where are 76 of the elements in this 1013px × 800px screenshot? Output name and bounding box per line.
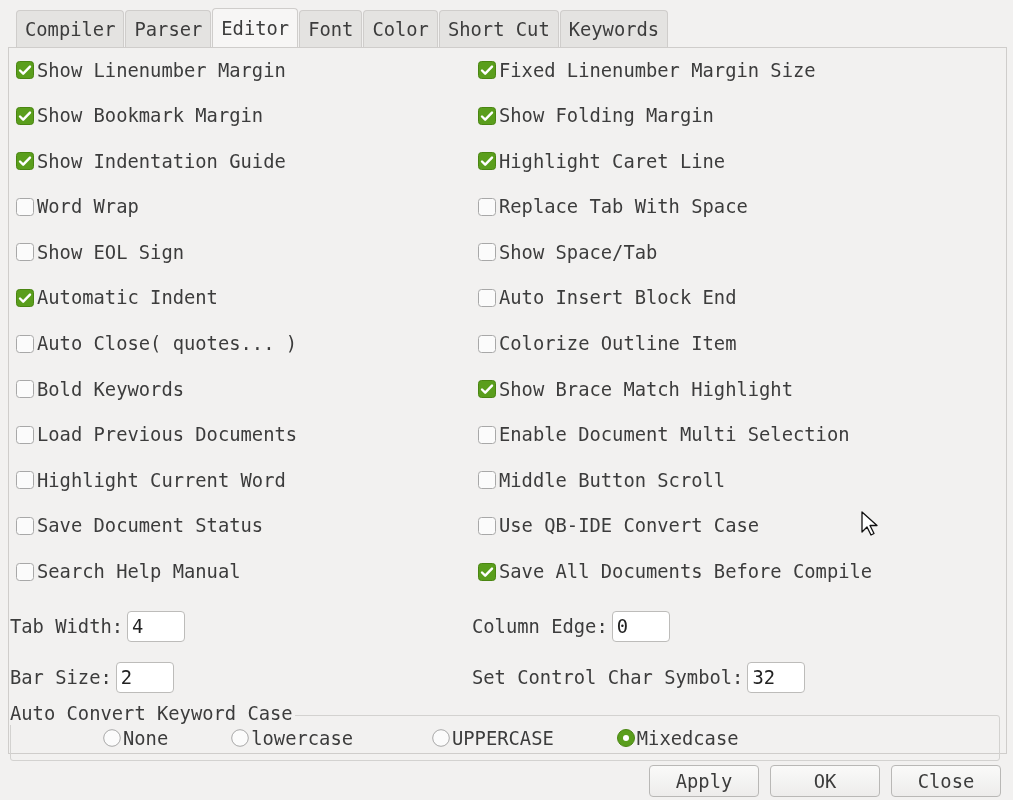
- field-label: Column Edge:: [472, 616, 608, 638]
- checkbox[interactable]: [478, 61, 496, 79]
- checkbox-option[interactable]: Bold Keywords: [16, 376, 184, 403]
- checkbox-option[interactable]: Middle Button Scroll: [478, 467, 726, 494]
- dialog-button[interactable]: Apply: [649, 765, 759, 797]
- checkbox-option[interactable]: Show Bookmark Margin: [16, 102, 264, 129]
- checkbox[interactable]: [16, 197, 34, 216]
- checkbox[interactable]: [16, 152, 34, 171]
- group-title: Auto Convert Keyword Case: [10, 703, 295, 726]
- input-field[interactable]: 0: [611, 611, 670, 643]
- tab[interactable]: Color: [363, 10, 438, 47]
- input-field[interactable]: 2: [115, 662, 174, 694]
- checkbox-option[interactable]: Use QB-IDE Convert Case: [478, 512, 760, 539]
- checkbox-option[interactable]: Show Indentation Guide: [16, 148, 286, 175]
- checkbox-option[interactable]: Show Brace Match Highlight: [478, 376, 793, 403]
- field-label: Bar Size:: [10, 667, 112, 689]
- checkbox[interactable]: [16, 380, 34, 399]
- radio-option[interactable]: Mixedcase: [616, 727, 739, 749]
- checkbox[interactable]: [16, 288, 34, 307]
- checkbox[interactable]: [16, 516, 34, 535]
- input-field[interactable]: 32: [747, 662, 806, 694]
- radio-button[interactable]: [231, 729, 250, 748]
- checkbox-option[interactable]: Save All Documents Before Compile: [478, 558, 873, 585]
- checkbox[interactable]: [478, 243, 496, 262]
- checkbox[interactable]: [16, 106, 34, 125]
- mouse-pointer-icon: [861, 511, 878, 537]
- checkbox[interactable]: [478, 197, 496, 216]
- checkbox-option[interactable]: Highlight Caret Line: [478, 148, 726, 175]
- radio-button[interactable]: [103, 729, 121, 748]
- checkbox[interactable]: [478, 288, 496, 307]
- checkbox-option[interactable]: Replace Tab With Space: [478, 193, 748, 220]
- checkbox[interactable]: [478, 152, 496, 171]
- tab[interactable]: Parser: [125, 10, 212, 47]
- checkbox[interactable]: [16, 243, 34, 262]
- checkbox-option[interactable]: Auto Insert Block End: [478, 284, 737, 311]
- checkbox-option[interactable]: Highlight Current Word: [16, 467, 286, 494]
- dialog-button[interactable]: Close: [891, 765, 1001, 797]
- checkbox-option[interactable]: Search Help Manual: [16, 558, 241, 585]
- tab[interactable]: Compiler: [16, 10, 125, 47]
- checkbox-option[interactable]: Enable Document Multi Selection: [478, 421, 850, 448]
- checkbox-option[interactable]: Fixed Linenumber Margin Size: [478, 57, 816, 83]
- checkbox[interactable]: [478, 106, 496, 125]
- checkbox-option[interactable]: Load Previous Documents: [16, 421, 298, 448]
- checkbox[interactable]: [478, 334, 496, 353]
- input-field[interactable]: 4: [127, 611, 186, 643]
- radio-button[interactable]: [432, 729, 450, 748]
- dialog-button[interactable]: OK: [770, 765, 880, 797]
- checkbox[interactable]: [478, 562, 496, 581]
- checkbox[interactable]: [16, 61, 34, 79]
- checkbox-option[interactable]: Auto Close( quotes... ): [16, 330, 298, 357]
- checkbox[interactable]: [16, 471, 34, 490]
- checkbox-option[interactable]: Colorize Outline Item: [478, 330, 737, 357]
- checkbox[interactable]: [16, 425, 34, 444]
- tab[interactable]: Font: [299, 10, 363, 47]
- checkbox[interactable]: [478, 380, 496, 399]
- checkbox[interactable]: [478, 516, 496, 535]
- checkbox-option[interactable]: Show Linenumber Margin: [16, 57, 286, 83]
- checkbox-option[interactable]: Show Folding Margin: [478, 102, 714, 129]
- radio-option[interactable]: None: [103, 727, 169, 749]
- checkbox[interactable]: [16, 334, 34, 353]
- tab[interactable]: Keywords: [559, 10, 669, 47]
- checkbox-option[interactable]: Save Document Status: [16, 512, 264, 539]
- checkbox[interactable]: [16, 562, 34, 581]
- checkbox-option[interactable]: Automatic Indent: [16, 284, 218, 311]
- radio-button[interactable]: [616, 729, 635, 748]
- tab[interactable]: Editor: [212, 8, 299, 47]
- checkbox-option[interactable]: Show EOL Sign: [16, 239, 184, 266]
- checkbox-option[interactable]: Word Wrap: [16, 193, 139, 220]
- field-label: Set Control Char Symbol:: [472, 667, 744, 689]
- radio-option[interactable]: lowercase: [231, 727, 353, 749]
- checkbox[interactable]: [478, 425, 496, 444]
- checkbox[interactable]: [478, 471, 496, 490]
- checkbox-option[interactable]: Show Space/Tab: [478, 239, 658, 266]
- radio-option[interactable]: UPPERCASE: [432, 727, 554, 749]
- field-label: Tab Width:: [10, 616, 124, 638]
- tab[interactable]: Short Cut: [438, 10, 559, 47]
